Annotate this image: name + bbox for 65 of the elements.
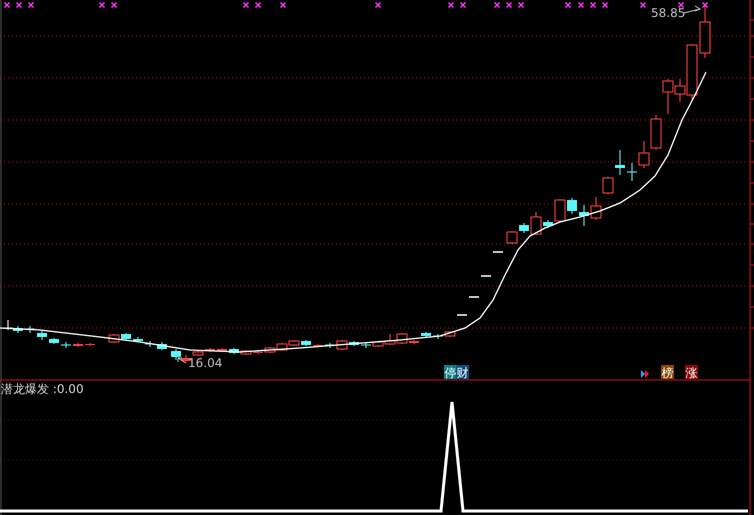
candlestick — [554, 198, 566, 222]
candlestick — [313, 344, 323, 348]
candlestick — [493, 251, 503, 253]
candlestick — [192, 350, 204, 356]
high-price-label: 58.85 — [651, 6, 686, 20]
cross-mark-icon — [280, 2, 286, 8]
candlestick — [700, 4, 710, 58]
candlestick — [421, 332, 431, 338]
stock-tag: 涨 — [685, 365, 698, 380]
candlestick — [229, 348, 239, 354]
candlestick — [205, 348, 215, 352]
candlestick — [60, 342, 72, 348]
cross-mark-icon — [564, 2, 572, 8]
candlestick — [121, 332, 131, 342]
stock-tag: 财 — [456, 365, 469, 380]
cross-mark-icon — [640, 2, 646, 8]
cross-mark-icon — [506, 2, 512, 8]
candlestick — [301, 340, 311, 346]
candlestick — [157, 342, 167, 350]
cross-mark-icon — [4, 2, 10, 8]
candlestick — [409, 340, 419, 344]
cross-mark-icon — [374, 2, 382, 8]
candlestick — [217, 348, 227, 352]
cross-mark-icon — [578, 2, 584, 8]
cross-mark-icon — [602, 2, 608, 8]
cross-mark-icon — [110, 2, 118, 8]
cross-mark-icon — [590, 2, 596, 8]
low-price-label: 16.04 — [188, 356, 222, 370]
cross-mark-icon — [702, 2, 708, 8]
candlestick — [240, 350, 252, 356]
cross-mark-icon — [16, 2, 22, 8]
candlestick — [37, 330, 47, 340]
stock-tag: 榜 — [661, 365, 674, 380]
candlestick — [567, 198, 577, 214]
leader-line — [178, 358, 186, 364]
stock-tag: 停 — [444, 365, 457, 380]
candlestick — [85, 342, 95, 346]
cross-mark-icon — [494, 2, 500, 8]
cross-mark-icon — [98, 2, 106, 8]
candlestick — [506, 230, 518, 244]
candlestick — [481, 275, 491, 277]
leader-line — [684, 6, 702, 14]
candlestick — [543, 220, 553, 228]
indicator-label: 潜龙爆发 :0.00 — [1, 382, 84, 396]
cross-mark-icon — [28, 2, 34, 8]
cross-mark-icon — [678, 2, 684, 8]
candlestick — [133, 336, 143, 342]
double-arrow-icon — [641, 370, 649, 378]
cross-mark-icon — [254, 2, 262, 8]
candlestick — [349, 340, 359, 346]
candlestick — [579, 204, 589, 226]
candlestick — [602, 176, 614, 194]
candlestick — [590, 196, 602, 220]
candlestick — [253, 350, 263, 354]
candlestick — [650, 114, 662, 150]
candlestick — [519, 222, 529, 234]
candlestick — [530, 212, 542, 236]
candlestick — [49, 338, 59, 344]
candlestick — [457, 314, 467, 316]
cross-mark-icon — [242, 2, 250, 8]
candlestick — [615, 150, 625, 176]
cross-mark-icon — [448, 2, 454, 8]
cross-mark-icon — [460, 2, 466, 8]
cross-mark-icon — [518, 2, 524, 8]
candlestick — [469, 296, 479, 298]
